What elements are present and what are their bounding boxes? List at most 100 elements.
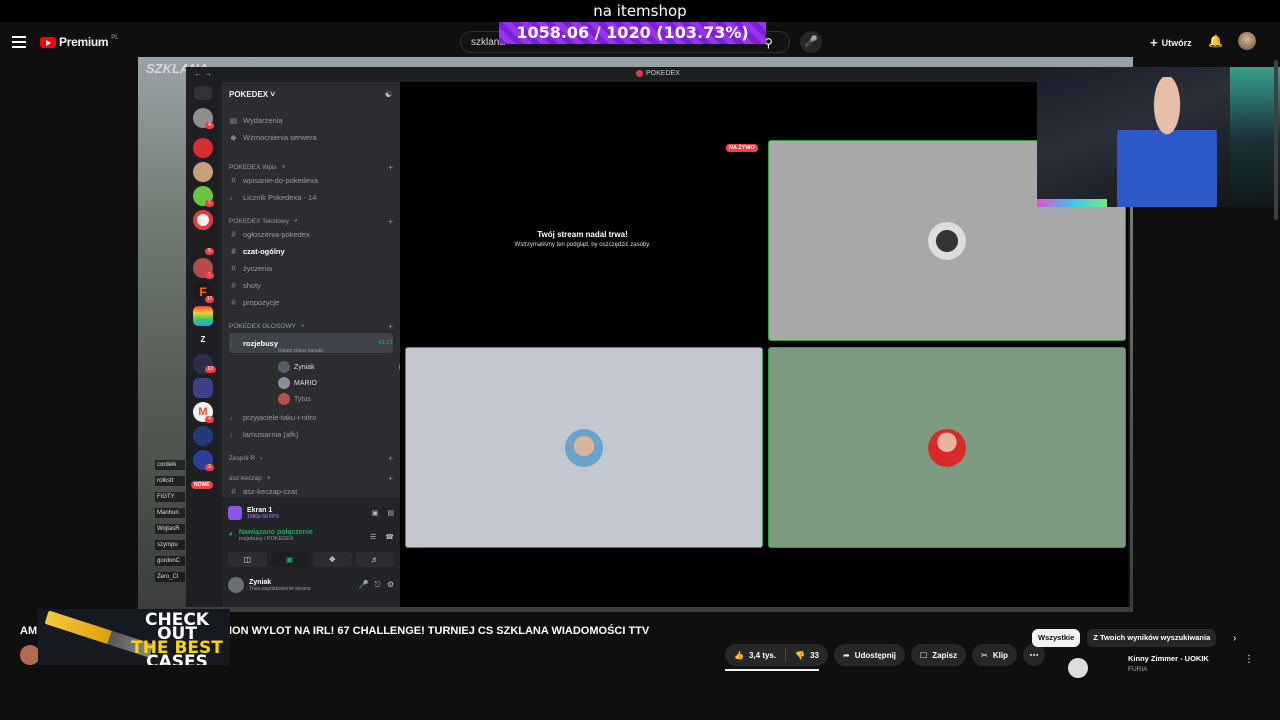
current-user[interactable]: Zyniak Trwa współdzielenie ekranu 🎤 ⎋ ⚙ — [228, 577, 394, 593]
server-icon[interactable]: Z — [193, 330, 213, 350]
dislike-button[interactable]: 👎 33 — [786, 644, 828, 666]
recommended-title: Kinny Zimmer - UOKIK — [1128, 654, 1209, 663]
recommended-channel: FURIA — [1128, 666, 1148, 673]
category-label: POKEDEX Tekstowy — [229, 218, 289, 225]
add-channel-icon[interactable]: + — [388, 474, 393, 483]
youtube-play-icon — [40, 36, 56, 48]
channel-sidebar: POKEDEX ˅ ☯ ▤ Wydarzenia ◆ Wzmocnienia ser… — [222, 82, 428, 607]
stream-settings-icon[interactable]: ▣ — [372, 509, 379, 517]
stream-goal-title: na itemshop — [0, 0, 1280, 22]
connection-status[interactable]: Nawiązano połączenie — [239, 529, 313, 536]
soundboard-button[interactable]: ♬ — [355, 552, 394, 567]
disconnect-icon[interactable]: ☎ — [385, 533, 394, 541]
boosts-item[interactable]: ◆ Wzmocnienia serwera — [229, 133, 393, 142]
page-scrollbar[interactable] — [1274, 60, 1278, 220]
voice-stage: NA ŻYWO Twój stream nadal trwa! Wstrzyma… — [400, 82, 1130, 607]
stream-title: Ekran 1 — [247, 506, 273, 514]
channel-item[interactable]: ♩ przyjaciele-taku-i-nitro — [229, 413, 393, 422]
mention-badge: 4 — [205, 122, 214, 129]
text-channel-icon: # — [231, 487, 236, 496]
server-name: POKEDEX — [229, 90, 269, 99]
channel-label: asz-keczap-czat — [243, 487, 298, 496]
category-zespol[interactable]: Zespół R › + — [229, 454, 393, 463]
ad-overlay[interactable]: CHECK OUT THE BEST CASES — [38, 609, 230, 665]
voice-user-name: Tytus — [294, 395, 311, 403]
add-channel-icon[interactable]: + — [388, 163, 393, 172]
clip-button[interactable]: ✂ Klip — [972, 644, 1017, 666]
stream-preview[interactable]: Ekran 1 1080p 60 FPS ▣ ▤ — [228, 502, 394, 524]
chat-user: szympu — [155, 540, 185, 550]
server-icon[interactable] — [193, 138, 213, 158]
category-label: Zespół R — [229, 455, 256, 462]
menu-icon[interactable] — [12, 36, 26, 51]
server-icon[interactable] — [193, 210, 213, 230]
participant-tile[interactable] — [768, 347, 1126, 548]
channel-item-active[interactable]: # czat-ogólny — [229, 247, 393, 256]
account-avatar[interactable] — [1238, 32, 1256, 50]
screen-share-button[interactable]: ▣ — [270, 552, 309, 567]
channel-item[interactable]: # wpisanie-do-pokedexa — [229, 176, 393, 185]
headphones-icon[interactable]: ⎋ — [375, 580, 381, 590]
server-icon[interactable] — [193, 426, 213, 446]
back-arrow-icon[interactable]: ← → — [194, 69, 212, 78]
events-item[interactable]: ▤ Wydarzenia — [229, 116, 393, 125]
add-channel-icon[interactable]: + — [388, 217, 393, 226]
add-channel-icon[interactable]: + — [388, 322, 393, 331]
activities-button[interactable]: ❖ — [313, 552, 352, 567]
youtube-logo[interactable]: Premium PL — [40, 35, 119, 49]
text-channel-icon: # — [231, 176, 236, 185]
server-folder-icon[interactable] — [193, 378, 213, 398]
share-button[interactable]: ➦ Udostępnij — [833, 644, 906, 666]
server-header[interactable]: POKEDEX ˅ ☯ — [222, 82, 400, 108]
channel-item[interactable]: # życzenia — [229, 264, 393, 273]
notifications-bell-icon[interactable]: 🔔 — [1208, 34, 1223, 48]
create-button[interactable]: + Utwórz — [1150, 35, 1192, 50]
add-member-icon[interactable]: ☯ — [385, 90, 392, 99]
server-icon[interactable] — [193, 162, 213, 182]
channel-item[interactable]: # shoty — [229, 281, 393, 290]
chip-all[interactable]: Wszystkie — [1032, 629, 1081, 647]
like-button[interactable]: 👍 3,4 tys. — [725, 644, 785, 666]
category-tekstowy[interactable]: POKEDEX Tekstowy ˅ + — [229, 217, 393, 226]
participant-tile[interactable] — [405, 347, 763, 548]
popout-icon[interactable]: ▤ — [387, 509, 394, 517]
channel-avatar[interactable] — [20, 645, 40, 665]
category-asz[interactable]: asz-keczap ˅ + — [229, 474, 393, 483]
more-options-icon[interactable]: ⋯ — [1022, 644, 1045, 666]
channel-item[interactable]: # ogłoszenia-pokedex — [229, 230, 393, 239]
gear-icon[interactable]: ⚙ — [387, 580, 394, 590]
chat-user: cordeik — [155, 460, 185, 470]
channel-label: lamusiarnia (afk) — [243, 430, 299, 439]
microphone-icon[interactable]: 🎤 — [359, 580, 369, 590]
channel-label: czat-ogólny — [243, 247, 285, 256]
category-glosowy[interactable]: POKEDEX GŁOSOWY ˅ + — [229, 322, 393, 331]
channel-item[interactable]: ♩ lamusiarnia (afk) — [229, 430, 393, 439]
events-label: Wydarzenia — [243, 116, 283, 125]
camera-off-button[interactable]: ◫ — [228, 552, 267, 567]
add-channel-icon[interactable]: + — [388, 454, 393, 463]
chevron-down-icon: ˅ — [281, 164, 286, 171]
chevron-down-icon: ˅ — [300, 323, 305, 330]
noise-suppression-icon[interactable]: ☰ — [370, 533, 376, 541]
channel-item[interactable]: # propozycje — [229, 298, 393, 307]
stream-chat: cordeik rotkstt FIGTY Manhun WojtasR szy… — [155, 420, 185, 588]
category-wpis[interactable]: POKEDEX Wpis ˅ + — [229, 163, 393, 172]
channel-item[interactable]: # asz-keczap-czat — [229, 487, 393, 496]
text-channel-icon: # — [231, 230, 236, 239]
chevron-right-icon[interactable]: › — [1233, 633, 1236, 644]
channel-label: ogłoszenia-pokedex — [243, 230, 310, 239]
share-label: Udostępnij — [854, 650, 897, 660]
recommended-video[interactable]: Kinny Zimmer - UOKIK FURIA ⋮ — [1068, 654, 1268, 678]
chip-from-search[interactable]: Z Twoich wyników wyszukiwania — [1087, 629, 1217, 647]
clip-label: Klip — [992, 650, 1008, 660]
discord-home-icon[interactable] — [194, 86, 212, 100]
window-title-text: POKEDEX — [646, 70, 680, 77]
more-options-icon[interactable]: ⋮ — [1244, 654, 1254, 665]
channel-label: Licznik Pokedexa - 14 — [243, 193, 317, 202]
microphone-icon[interactable]: 🎤 — [800, 31, 822, 53]
voice-status[interactable]: Ustaw status kanału — [278, 348, 323, 354]
server-icon[interactable] — [193, 306, 213, 326]
ad-line: CHECK OUT — [145, 610, 209, 644]
channel-item[interactable]: ♩ Licznik Pokedexa - 14 — [229, 193, 393, 202]
save-button[interactable]: ☐ Zapisz — [911, 644, 967, 666]
